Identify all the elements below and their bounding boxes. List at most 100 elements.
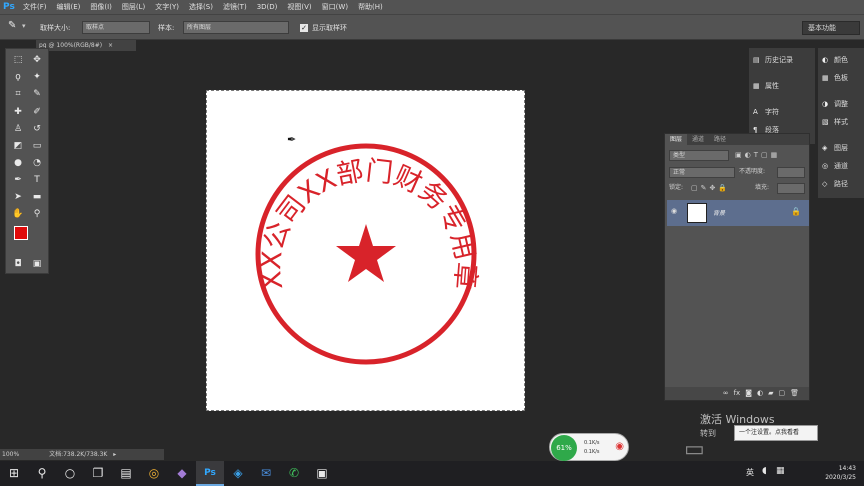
status-menu-arrow-icon[interactable]: ▸ bbox=[109, 451, 116, 458]
layer-row-background[interactable]: ◉ 背景 🔒 bbox=[667, 200, 809, 226]
clock[interactable]: 14:43 2020/3/25 bbox=[825, 464, 856, 482]
history-icon: ▤ bbox=[753, 56, 760, 64]
camera-icon[interactable]: ▣ bbox=[308, 461, 336, 486]
zoom-tool-icon[interactable]: ⚲ bbox=[30, 207, 44, 221]
opacity-input[interactable] bbox=[777, 167, 805, 178]
menu-help[interactable]: 帮助(H) bbox=[353, 0, 388, 14]
screen-mode-icon[interactable]: ▣ bbox=[30, 257, 44, 271]
document-tab[interactable]: pg @ 100%(RGB/8#) × bbox=[36, 40, 136, 51]
panel-color-label: 颜色 bbox=[834, 56, 848, 64]
search-icon[interactable]: ⚲ bbox=[28, 461, 56, 486]
crop-tool-icon[interactable]: ⌗ bbox=[11, 87, 25, 101]
menu-3d[interactable]: 3D(D) bbox=[252, 0, 283, 14]
panel-adjustments-button[interactable]: ◑ 调整 bbox=[822, 96, 848, 112]
tab-paths[interactable]: 路径 bbox=[709, 134, 731, 145]
path-selection-tool-icon[interactable]: ➤ bbox=[11, 190, 25, 204]
eyedropper-tool-icon[interactable]: ✎ bbox=[8, 20, 16, 31]
add-mask-icon[interactable]: ◙ bbox=[745, 387, 752, 400]
panel-history-button[interactable]: ▤ 历史记录 bbox=[753, 52, 793, 68]
character-icon: A bbox=[753, 108, 758, 116]
layer-style-icon[interactable]: fx bbox=[734, 387, 741, 400]
gradient-tool-icon[interactable]: ▭ bbox=[30, 139, 44, 153]
new-group-icon[interactable]: ▰ bbox=[768, 387, 773, 400]
rectangle-tool-icon[interactable]: ▬ bbox=[30, 190, 44, 204]
tab-layers[interactable]: 图层 bbox=[665, 134, 688, 145]
layer-filter-select[interactable]: 类型 bbox=[669, 150, 729, 161]
healing-brush-tool-icon[interactable]: ✚ bbox=[11, 105, 25, 119]
input-method-lang[interactable]: 英 bbox=[746, 467, 754, 478]
panel-history-label: 历史记录 bbox=[765, 56, 793, 64]
workspace-select[interactable]: 基本功能 bbox=[802, 21, 860, 35]
magic-wand-tool-icon[interactable]: ✦ bbox=[30, 70, 44, 84]
tool-preset-chevron-icon[interactable]: ▾ bbox=[22, 22, 26, 30]
menu-select[interactable]: 选择(S) bbox=[184, 0, 218, 14]
panel-layers-button[interactable]: ◈ 图层 bbox=[822, 140, 848, 156]
history-brush-tool-icon[interactable]: ↺ bbox=[30, 122, 44, 136]
new-layer-icon[interactable]: ▢ bbox=[778, 387, 785, 400]
menu-file[interactable]: 文件(F) bbox=[18, 0, 52, 14]
foreground-color-swatch[interactable] bbox=[14, 226, 28, 240]
vscode-icon[interactable]: ◈ bbox=[224, 461, 252, 486]
panel-paths-label: 路径 bbox=[834, 180, 848, 188]
close-tab-icon[interactable]: × bbox=[108, 42, 113, 49]
sample-label: 样本: bbox=[158, 24, 175, 32]
properties-icon: ▦ bbox=[753, 82, 760, 90]
lock-label: 锁定: bbox=[669, 184, 684, 191]
document-canvas[interactable]: XX公司XX部门财务专用章 bbox=[206, 90, 525, 411]
panel-color-button[interactable]: ◐ 颜色 bbox=[822, 52, 848, 68]
marquee-tool-icon[interactable]: ⬚ bbox=[11, 53, 25, 67]
menu-filter[interactable]: 滤镜(T) bbox=[218, 0, 252, 14]
eyedropper-icon[interactable]: ✎ bbox=[30, 87, 44, 101]
network-speed-widget[interactable]: 61% 0.1K/s 0.1K/s ◉ bbox=[549, 433, 629, 461]
hand-tool-icon[interactable]: ✋ bbox=[11, 207, 25, 221]
adjustment-layer-icon[interactable]: ◐ bbox=[757, 387, 763, 400]
delete-layer-icon[interactable]: 🗑 bbox=[790, 387, 799, 400]
lasso-tool-icon[interactable]: ϙ bbox=[11, 70, 25, 84]
menu-view[interactable]: 视图(V) bbox=[282, 0, 316, 14]
link-layers-icon[interactable]: ∞ bbox=[723, 387, 729, 400]
security-shield-icon[interactable]: ◉ bbox=[615, 441, 624, 452]
fill-input[interactable] bbox=[777, 183, 805, 194]
filter-icons[interactable]: ▣◐T▢▦ bbox=[735, 151, 780, 159]
visibility-eye-icon[interactable]: ◉ bbox=[671, 207, 677, 215]
zoom-level[interactable]: 100% bbox=[0, 451, 19, 458]
task-view-icon[interactable]: ❐ bbox=[84, 461, 112, 486]
brush-tool-icon[interactable]: ✐ bbox=[30, 105, 44, 119]
sample-size-select[interactable]: 取样点 bbox=[82, 21, 150, 34]
eraser-tool-icon[interactable]: ◩ bbox=[11, 139, 25, 153]
panel-character-button[interactable]: A 字符 bbox=[753, 104, 779, 120]
chrome-icon[interactable]: ◎ bbox=[140, 461, 168, 486]
photoshop-taskbar-icon[interactable]: Ps bbox=[196, 461, 224, 486]
visual-studio-icon[interactable]: ◆ bbox=[168, 461, 196, 486]
panel-properties-button[interactable]: ▦ 属性 bbox=[753, 78, 779, 94]
wechat-icon[interactable]: ✆ bbox=[280, 461, 308, 486]
blend-mode-select[interactable]: 正常 bbox=[669, 167, 735, 178]
menu-window[interactable]: 窗口(W) bbox=[317, 0, 353, 14]
clone-stamp-tool-icon[interactable]: ♙ bbox=[11, 122, 25, 136]
network-icon[interactable]: ▦ bbox=[776, 466, 785, 476]
menu-layer[interactable]: 图层(L) bbox=[117, 0, 150, 14]
volume-icon[interactable]: ◖ bbox=[762, 466, 767, 476]
panel-swatches-button[interactable]: ▦ 色板 bbox=[822, 70, 848, 86]
sample-size-value: 取样点 bbox=[86, 24, 105, 31]
menu-type[interactable]: 文字(Y) bbox=[150, 0, 184, 14]
blur-tool-icon[interactable]: ● bbox=[11, 156, 25, 170]
pen-tool-icon[interactable]: ✒ bbox=[11, 173, 25, 187]
windows-start-icon[interactable]: ⊞ bbox=[0, 461, 28, 486]
panel-channels-button[interactable]: ◎ 通道 bbox=[822, 158, 848, 174]
file-explorer-icon[interactable]: ▤ bbox=[112, 461, 140, 486]
mail-icon[interactable]: ✉ bbox=[252, 461, 280, 486]
tab-channels[interactable]: 通道 bbox=[687, 134, 709, 145]
menu-edit[interactable]: 编辑(E) bbox=[52, 0, 86, 14]
type-tool-icon[interactable]: T bbox=[30, 173, 44, 187]
quick-mask-icon[interactable]: ◘ bbox=[11, 257, 25, 271]
dodge-tool-icon[interactable]: ◔ bbox=[30, 156, 44, 170]
sample-select[interactable]: 所有图层 bbox=[183, 21, 289, 34]
move-tool-icon[interactable]: ✥ bbox=[30, 53, 44, 67]
panel-paths-button[interactable]: ◇ 路径 bbox=[822, 176, 848, 192]
lock-icons[interactable]: ▢✎✥🔒 bbox=[691, 184, 730, 192]
menu-image[interactable]: 图像(I) bbox=[85, 0, 117, 14]
panel-styles-button[interactable]: ▧ 样式 bbox=[822, 114, 848, 130]
show-ring-checkbox[interactable]: ✓ bbox=[300, 24, 308, 32]
cortana-icon[interactable]: ○ bbox=[56, 461, 84, 486]
